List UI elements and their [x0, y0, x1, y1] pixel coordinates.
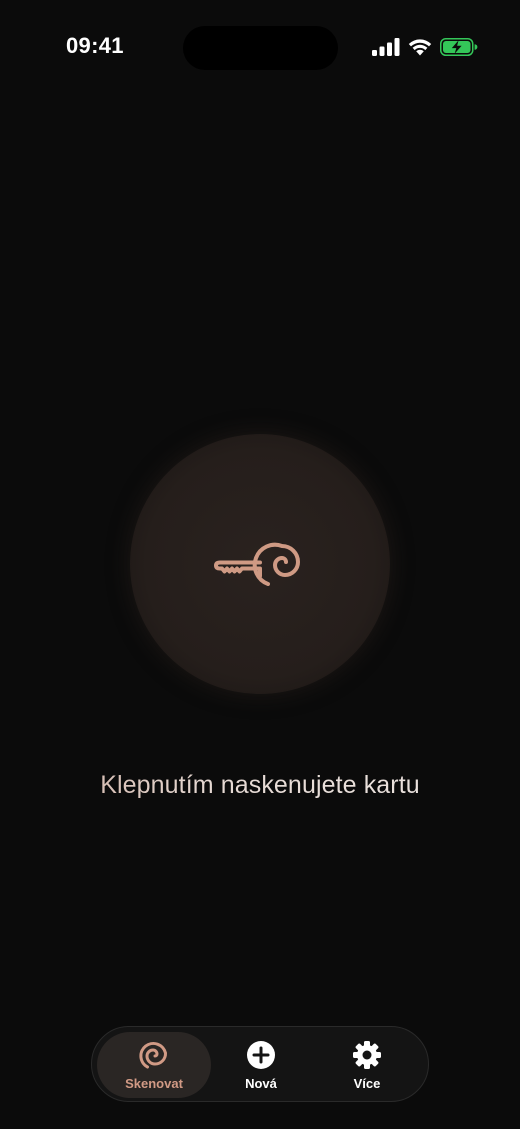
- wifi-icon: [408, 39, 432, 56]
- dynamic-island: [183, 26, 338, 70]
- tab-more[interactable]: Více: [310, 1032, 424, 1098]
- plus-circle-icon: [247, 1040, 275, 1069]
- scan-hint-text: Klepnutím naskenujete kartu: [0, 771, 520, 800]
- tab-bar: Skenovat Nová Více: [91, 1026, 429, 1102]
- key-spiral-icon: [214, 542, 300, 586]
- gear-icon: [353, 1040, 381, 1069]
- tab-new-label: Nová: [245, 1075, 277, 1091]
- tab-scan-label: Skenovat: [125, 1075, 183, 1091]
- battery-charging-icon: [440, 38, 478, 56]
- signal-icon: [372, 38, 400, 56]
- status-icons: [372, 36, 478, 58]
- spiral-icon: [139, 1041, 167, 1068]
- scan-button[interactable]: [130, 434, 390, 694]
- tab-scan[interactable]: Skenovat: [97, 1032, 211, 1098]
- status-time: 09:41: [66, 33, 124, 58]
- tab-new[interactable]: Nová: [204, 1032, 318, 1098]
- tab-more-label: Více: [353, 1075, 381, 1091]
